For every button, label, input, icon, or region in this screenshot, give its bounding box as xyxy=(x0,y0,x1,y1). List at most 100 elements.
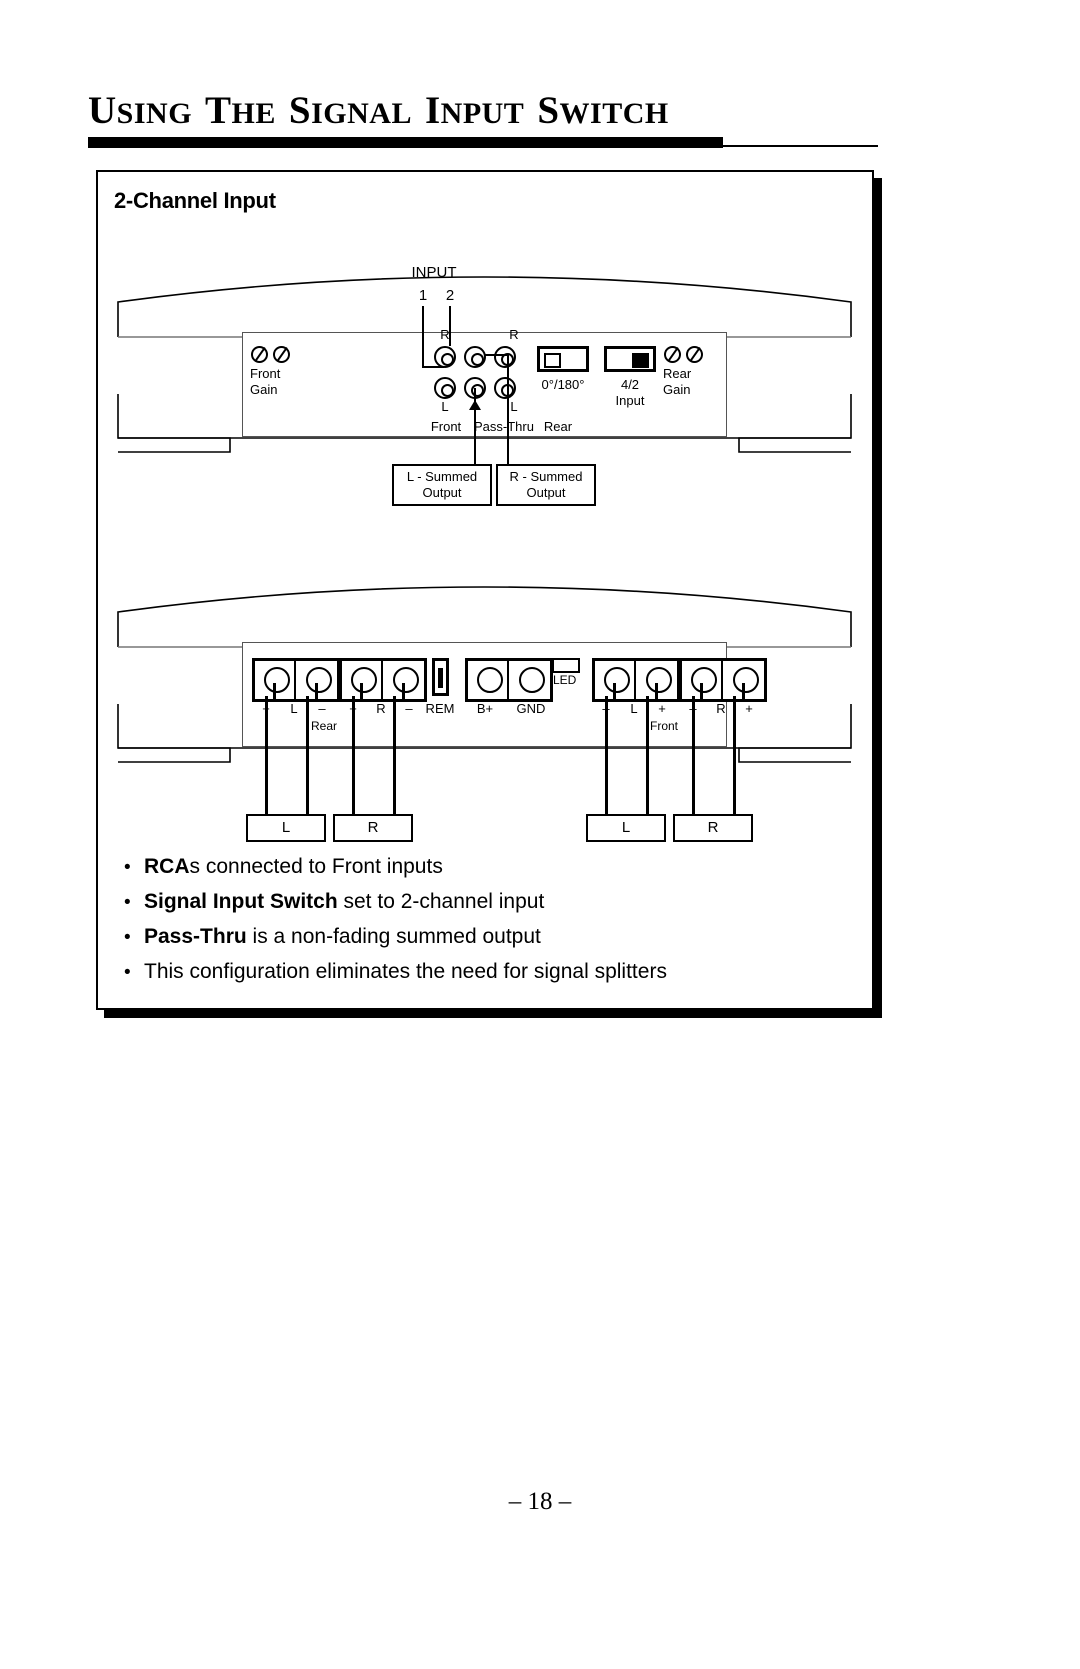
notes-list: • RCAs connected to Front inputs • Signa… xyxy=(124,852,667,992)
note-1-rest: s connected to Front inputs xyxy=(189,855,443,878)
bullet-icon: • xyxy=(124,891,131,913)
rear-gain-pot-2[interactable] xyxy=(686,346,703,363)
terminal-label-rear-l-minus: – xyxy=(318,701,326,716)
front-gain-pot-1[interactable] xyxy=(251,346,268,363)
wire-rear-r-minus xyxy=(393,696,396,816)
input-channel-1-label: 1 xyxy=(418,287,428,304)
terminal-rear-r-minus[interactable] xyxy=(383,661,424,699)
terminal-label-rear-l: L xyxy=(290,701,298,716)
rca-front-l-label: L xyxy=(441,399,449,414)
rca-jack-front-l[interactable] xyxy=(434,377,456,399)
rear-gain-label-line1: Rear xyxy=(663,366,692,381)
phase-switch[interactable] xyxy=(537,346,589,372)
amplifier-terminal-panel-diagram: LED + L – + R – REM B+ GND – L + – R + R… xyxy=(112,552,857,842)
rear-gain-pot-1[interactable] xyxy=(664,346,681,363)
speaker-box-front-l: L xyxy=(586,814,666,842)
group-label-rear: Rear xyxy=(543,419,573,434)
note-3-bold: Pass-Thru xyxy=(144,924,247,948)
title-underline-thin xyxy=(88,145,878,147)
terminal-label-front-l: L xyxy=(630,701,638,716)
signal-input-switch-knob xyxy=(632,353,649,368)
summed-output-right-box: R - Summed Output xyxy=(496,464,596,506)
terminal-rear-r-plus[interactable] xyxy=(342,661,383,699)
signal-input-switch-label-line1: 4/2 xyxy=(620,377,640,392)
page-title: USING THE SIGNAL INPUT SWITCH xyxy=(88,88,669,133)
rca-rear-l-label: L xyxy=(510,399,518,414)
note-item-4: • This configuration eliminates the need… xyxy=(124,957,667,987)
input-channel-2-label: 2 xyxy=(445,287,455,304)
wire-front-r-plus xyxy=(733,696,736,816)
summed-output-left-box: L - Summed Output xyxy=(392,464,492,506)
note-item-3: • Pass-Thru is a non-fading summed outpu… xyxy=(124,922,667,952)
passthru-r-leader-elbow xyxy=(485,354,509,356)
note-3-rest: is a non-fading summed output xyxy=(246,924,541,948)
terminal-label-rear-r: R xyxy=(376,701,386,716)
terminal-label-front-r-plus: + xyxy=(745,701,753,716)
terminal-front-r-plus[interactable] xyxy=(723,661,764,699)
input-label: INPUT xyxy=(411,264,457,281)
amplifier-input-panel-diagram: INPUT 1 2 Front Gain Rear Gain R L R L F… xyxy=(112,242,857,506)
terminal-b-plus[interactable] xyxy=(468,661,509,699)
title-word-2-cap: T xyxy=(205,89,232,132)
front-gain-pot-2[interactable] xyxy=(273,346,290,363)
led-label: LED xyxy=(553,673,577,687)
terminal-block-power[interactable] xyxy=(465,658,553,702)
rca-rear-r-label: R xyxy=(509,327,519,342)
wire-rear-r-plus xyxy=(352,696,355,816)
section-heading: 2-Channel Input xyxy=(114,188,276,213)
title-word-3-cap: S xyxy=(288,89,312,132)
speaker-box-rear-r: R xyxy=(333,814,413,842)
terminal-label-rear-r-minus: – xyxy=(405,701,413,716)
terminal-front-l-plus[interactable] xyxy=(636,661,677,699)
title-word-5-cap: S xyxy=(537,89,560,132)
note-item-1: • RCAs connected to Front inputs xyxy=(124,852,667,882)
title-word-1-rest: SING xyxy=(116,97,193,130)
title-word-1-cap: U xyxy=(88,89,117,132)
note-1-bold: RCA xyxy=(144,855,190,878)
group-label-passthru: Pass-Thru xyxy=(474,419,534,434)
title-word-4-cap: I xyxy=(424,89,441,132)
summed-output-left-line1: L - Summed xyxy=(406,469,478,485)
note-item-2: • Signal Input Switch set to 2-channel i… xyxy=(124,887,667,917)
note-2-bold: Signal Input Switch xyxy=(144,889,338,913)
terminal-rear-l-minus[interactable] xyxy=(296,661,337,699)
terminal-label-gnd: GND xyxy=(516,701,546,716)
terminal-label-b-plus: B+ xyxy=(476,701,494,716)
rca-jack-rear-l[interactable] xyxy=(494,377,516,399)
speaker-box-rear-l: L xyxy=(246,814,326,842)
wire-front-r-minus xyxy=(692,696,695,816)
summed-output-right-line2: Output xyxy=(526,485,566,500)
terminal-rem[interactable] xyxy=(432,658,449,696)
terminal-front-r-minus[interactable] xyxy=(682,661,723,699)
terminal-group-label-rear: Rear xyxy=(310,719,338,733)
wire-rear-l-plus xyxy=(265,696,268,816)
speaker-box-front-r: R xyxy=(673,814,753,842)
terminal-gnd[interactable] xyxy=(509,661,550,699)
title-word-3-rest: IGNAL xyxy=(311,97,412,130)
rca-jack-passthru-r[interactable] xyxy=(464,346,486,368)
title-word-2-rest: HE xyxy=(231,97,276,130)
note-2-rest: set to 2-channel input xyxy=(337,889,545,913)
summed-output-right-line1: R - Summed xyxy=(509,469,583,485)
wire-front-l-plus xyxy=(646,696,649,816)
front-gain-label-line2: Gain xyxy=(250,382,278,397)
rca-jack-rear-r[interactable] xyxy=(494,346,516,368)
page-number: – 18 – xyxy=(508,1488,572,1515)
bullet-icon: • xyxy=(124,926,131,948)
led-indicator xyxy=(552,658,580,673)
group-label-front: Front xyxy=(430,419,462,434)
signal-input-switch[interactable] xyxy=(604,346,656,372)
rca-jack-front-r[interactable] xyxy=(434,346,456,368)
terminal-group-label-front: Front xyxy=(649,719,679,733)
passthru-arrow-icon xyxy=(469,400,481,410)
passthru-r-leader-line xyxy=(507,354,509,466)
signal-input-switch-label-line2: Input xyxy=(615,393,645,408)
terminal-label-rem: REM xyxy=(425,701,455,716)
wire-front-l-minus xyxy=(605,696,608,816)
terminal-front-l-minus[interactable] xyxy=(595,661,636,699)
phase-switch-knob xyxy=(544,353,561,368)
bullet-icon: • xyxy=(124,857,131,878)
terminal-rear-l-plus[interactable] xyxy=(255,661,296,699)
front-gain-label-line1: Front xyxy=(250,366,281,381)
summed-output-left-line2: Output xyxy=(422,485,462,500)
